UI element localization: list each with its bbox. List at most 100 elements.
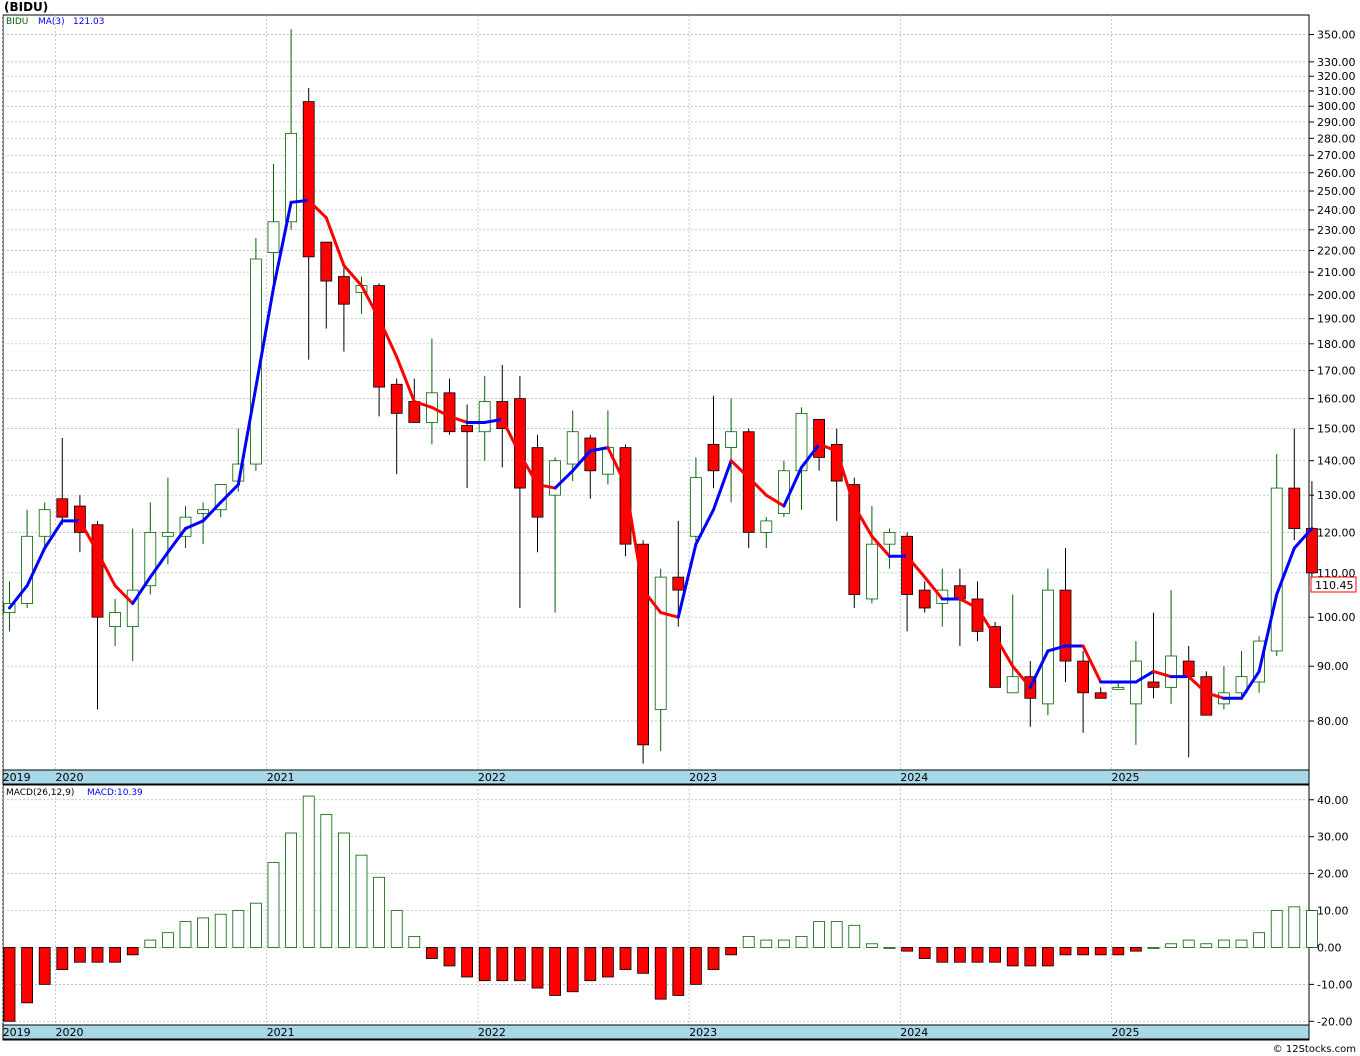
macd-bar-negative [707, 947, 720, 971]
macd-bar-positive [1306, 910, 1318, 948]
candle-up [760, 520, 773, 533]
macd-year-label: 2025 [1112, 1026, 1140, 1039]
macd-bar-negative [954, 947, 966, 963]
macd-bar-positive [795, 935, 808, 948]
macd-bar-negative [725, 947, 737, 956]
price-tick-label: 260.00 [1317, 167, 1356, 180]
macd-tick-label: 20.00 [1317, 868, 1349, 881]
price-tick-label: 210.00 [1317, 266, 1356, 279]
candle-down [954, 585, 966, 600]
macd-bar-negative [549, 947, 561, 996]
price-tick-label: 170.00 [1317, 364, 1356, 377]
macd-bar-negative [602, 947, 614, 978]
macd-bar-negative [126, 947, 139, 956]
macd-bar-positive [214, 913, 227, 948]
macd-bar-positive [866, 943, 878, 948]
macd-year-label: 2024 [900, 1026, 928, 1039]
macd-bar-positive [1147, 947, 1160, 949]
candle-up [866, 543, 878, 600]
macd-bar-positive [249, 902, 262, 948]
macd-bar-positive [197, 917, 210, 948]
macd-bar-negative [478, 947, 491, 982]
macd-bar-positive [1200, 943, 1213, 948]
price-tick-label: 300.00 [1317, 100, 1356, 113]
price-y-axis: 80.0090.00100.00110.00120.00130.00140.00… [1309, 29, 1356, 728]
macd-bar-negative [109, 947, 121, 963]
candle-down [443, 392, 456, 433]
price-tick-label: 230.00 [1317, 224, 1356, 237]
macd-bar-positive [1253, 932, 1265, 948]
candle-down [1200, 676, 1213, 716]
macd-bar-positive [337, 832, 350, 948]
macd-bar-positive [161, 932, 174, 948]
macd-tick-label: 0.00 [1317, 941, 1342, 954]
macd-bar-positive [373, 876, 386, 948]
legend-symbol: BIDU [6, 17, 28, 27]
macd-bar-negative [461, 947, 474, 978]
candle-down [390, 383, 403, 414]
macd-bar-negative [989, 947, 1001, 963]
candle-up [267, 221, 280, 253]
macd-bar-negative [619, 947, 632, 971]
candle-down [1147, 681, 1160, 688]
price-tick-label: 90.00 [1317, 660, 1349, 673]
candle-down [672, 576, 685, 591]
price-year-label: 2024 [900, 771, 928, 784]
legend-ma-value: 121.03 [73, 17, 105, 27]
macd-legend-label: MACD(26,12,9) [6, 788, 74, 798]
price-tick-label: 130.00 [1317, 489, 1356, 502]
macd-bar-negative [566, 947, 579, 993]
candle-down [373, 285, 386, 388]
chart-canvas: 80.0090.00100.00110.00120.00130.00140.00… [2, 14, 1357, 1041]
price-tick-label: 320.00 [1317, 70, 1356, 83]
macd-bar-negative [1042, 947, 1054, 967]
macd-bar-positive [1235, 939, 1248, 948]
macd-bar-negative [1130, 947, 1142, 952]
price-tick-label: 280.00 [1317, 132, 1356, 145]
macd-bar-positive [232, 910, 245, 948]
price-tick-label: 240.00 [1317, 204, 1356, 217]
macd-bar-negative [690, 947, 702, 985]
macd-year-label: 2020 [56, 1026, 84, 1039]
candle-up [109, 612, 121, 628]
macd-year-label: 2022 [478, 1026, 506, 1039]
macd-bar-negative [584, 947, 597, 982]
macd-bar-positive [302, 795, 315, 948]
price-year-label: 2025 [1112, 771, 1140, 784]
candle-down [56, 498, 69, 518]
price-tick-label: 100.00 [1317, 611, 1356, 624]
price-tick-label: 200.00 [1317, 289, 1356, 302]
price-tick-label: 190.00 [1317, 313, 1356, 326]
macd-bar-positive [813, 921, 825, 948]
macd-bar-positive [1165, 943, 1177, 948]
candle-up [197, 509, 210, 514]
candle-up [38, 509, 51, 537]
price-tick-label: 180.00 [1317, 338, 1356, 351]
candle-down [1288, 487, 1301, 529]
macd-bar-negative [901, 947, 913, 952]
macd-bar-positive [1218, 939, 1230, 948]
macd-tick-label: -20.00 [1317, 1015, 1352, 1028]
candle-down [1182, 660, 1195, 678]
macd-bar-negative [91, 947, 104, 963]
macd-bar-positive [285, 832, 298, 948]
price-tick-label: 310.00 [1317, 85, 1356, 98]
macd-tick-label: -10.00 [1317, 978, 1352, 991]
candles-layer [3, 29, 1318, 764]
ma-segment [289, 198, 311, 204]
macd-bar-positive [1270, 910, 1283, 948]
price-year-label: 2022 [478, 771, 506, 784]
price-tick-label: 270.00 [1317, 149, 1356, 162]
price-tick-label: 250.00 [1317, 185, 1356, 198]
candle-down [337, 276, 350, 305]
price-tick-label: 160.00 [1317, 393, 1356, 406]
candle-down [918, 589, 931, 609]
candle-up [725, 431, 737, 449]
candle-up [1042, 589, 1054, 705]
macd-bar-positive [883, 947, 896, 949]
candle-up [602, 447, 614, 475]
candle-up [1270, 487, 1283, 652]
macd-bar-negative [3, 947, 16, 1022]
macd-bar-negative [637, 947, 649, 974]
macd-bar-positive [320, 814, 333, 948]
